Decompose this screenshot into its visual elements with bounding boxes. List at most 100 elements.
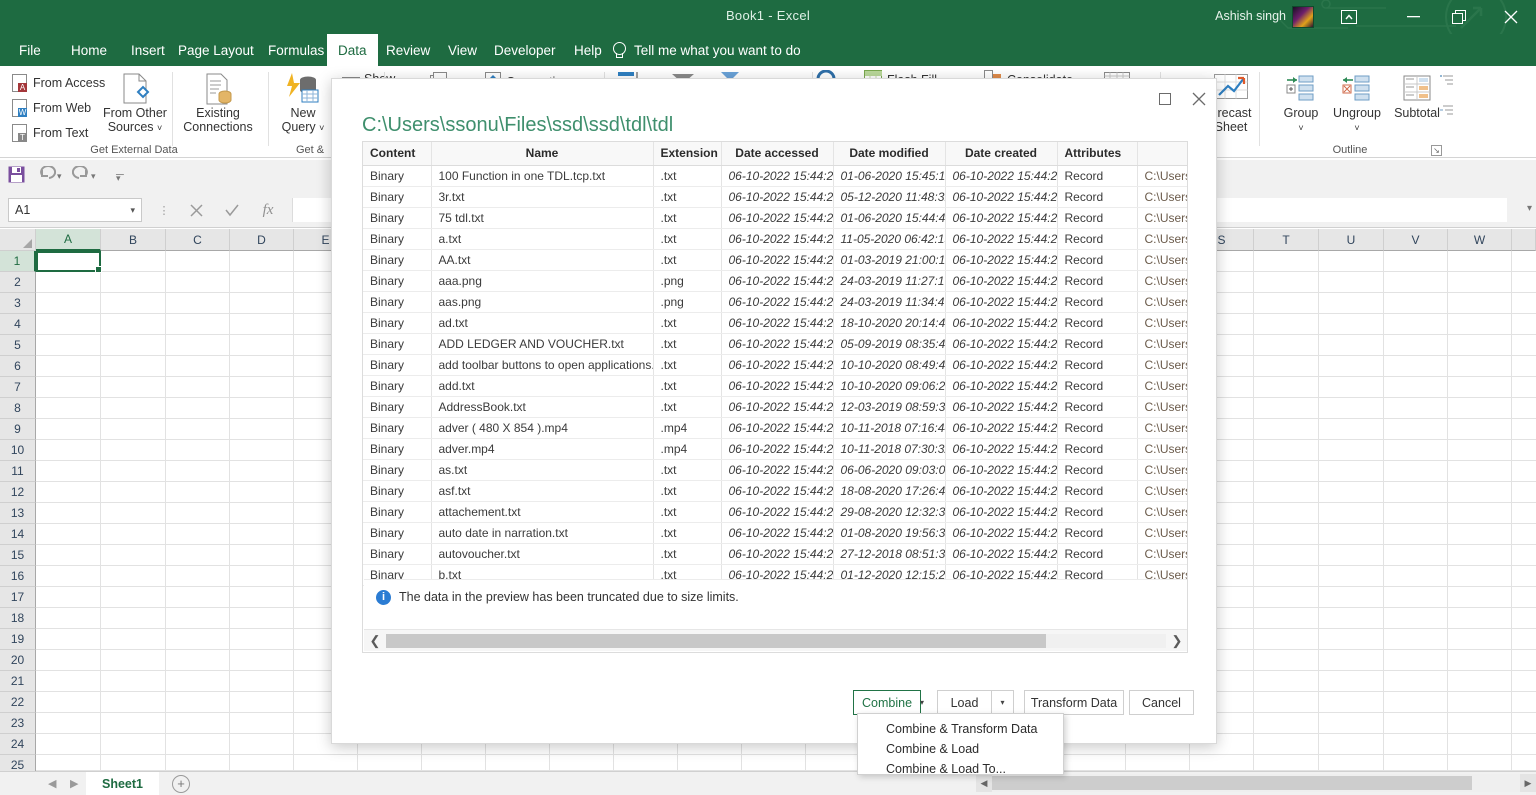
row-header-15[interactable]: 15 — [0, 545, 36, 566]
table-row[interactable]: Binary auto date in narration.txt .txt 0… — [363, 522, 1187, 544]
active-cell-a1[interactable] — [36, 251, 102, 273]
avatar[interactable] — [1292, 6, 1314, 28]
preview-scroll-left-icon[interactable]: ❮ — [364, 630, 386, 652]
row-header-24[interactable]: 24 — [0, 734, 36, 755]
table-row[interactable]: Binary aas.png .png 06-10-2022 15:44:24 … — [363, 291, 1187, 313]
load-button[interactable]: Load — [937, 690, 992, 715]
col-header-extension[interactable]: Extension — [653, 142, 722, 166]
column-header-a[interactable]: A — [36, 229, 101, 251]
restore-icon[interactable] — [1442, 4, 1476, 30]
previous-sheet-icon[interactable]: ◀ — [48, 777, 56, 790]
undo-icon[interactable] — [38, 165, 57, 184]
column-header-d[interactable]: D — [230, 229, 294, 251]
row-header-22[interactable]: 22 — [0, 692, 36, 713]
preview-horizontal-scrollbar[interactable]: ❮ ❯ — [364, 629, 1187, 652]
customize-qat-caret-icon[interactable]: ▾ — [116, 173, 121, 184]
ribbon-display-options-icon[interactable] — [1332, 4, 1366, 30]
close-icon[interactable] — [1494, 4, 1528, 30]
table-row[interactable]: Binary adver.mp4 .mp4 06-10-2022 15:44:2… — [363, 438, 1187, 460]
menu-item-combine-transform-data[interactable]: Combine & Transform Data — [858, 719, 1063, 739]
preview-scroll-track[interactable] — [386, 634, 1166, 648]
row-header-11[interactable]: 11 — [0, 461, 36, 482]
row-header-18[interactable]: 18 — [0, 608, 36, 629]
tab-review[interactable]: Review — [375, 34, 441, 66]
row-header-16[interactable]: 16 — [0, 566, 36, 587]
preview-scroll-right-icon[interactable]: ❯ — [1166, 630, 1187, 652]
tab-help[interactable]: Help — [563, 34, 613, 66]
show-detail-button[interactable] — [1440, 74, 1456, 88]
cancel-icon[interactable] — [182, 198, 210, 222]
column-header-t[interactable]: T — [1254, 229, 1319, 251]
undo-dropdown-icon[interactable]: ▾ — [57, 171, 62, 182]
col-header-attributes[interactable]: Attributes — [1057, 142, 1138, 166]
scroll-thumb[interactable] — [992, 776, 1472, 790]
table-row[interactable]: Binary AA.txt .txt 06-10-2022 15:44:24 0… — [363, 249, 1187, 271]
from-text-button[interactable]: T From Text — [12, 124, 88, 142]
table-row[interactable]: Binary a.txt .txt 06-10-2022 15:44:24 11… — [363, 228, 1187, 250]
column-header-v[interactable]: V — [1384, 229, 1448, 251]
redo-dropdown-icon[interactable]: ▾ — [91, 171, 96, 182]
user-name[interactable]: Ashish singh — [1215, 9, 1286, 23]
expand-formula-bar-icon[interactable]: ▾ — [1527, 203, 1532, 214]
row-header-12[interactable]: 12 — [0, 482, 36, 503]
column-header-b[interactable]: B — [101, 229, 166, 251]
row-header-9[interactable]: 9 — [0, 419, 36, 440]
cancel-button[interactable]: Cancel — [1129, 690, 1194, 715]
row-header-14[interactable]: 14 — [0, 524, 36, 545]
dialog-close-icon[interactable] — [1182, 86, 1216, 112]
column-header-w[interactable]: W — [1448, 229, 1512, 251]
column-header-u[interactable]: U — [1319, 229, 1384, 251]
column-header-c[interactable]: C — [166, 229, 230, 251]
formula-bar-expand-dots-icon[interactable]: ⋮ — [150, 198, 178, 222]
scroll-track[interactable] — [992, 774, 1520, 792]
minimize-icon[interactable] — [1396, 4, 1430, 30]
col-header-date-created[interactable]: Date created — [945, 142, 1058, 166]
load-dropdown-icon[interactable]: ▾ — [992, 690, 1014, 715]
tab-file[interactable]: File — [8, 34, 52, 66]
select-all-corner[interactable] — [0, 229, 36, 251]
col-header-date-modified[interactable]: Date modified — [833, 142, 946, 166]
tab-data[interactable]: Data — [327, 34, 378, 66]
dialog-restore-icon[interactable] — [1148, 86, 1182, 112]
table-row[interactable]: Binary asf.txt .txt 06-10-2022 15:44:24 … — [363, 480, 1187, 502]
row-header-7[interactable]: 7 — [0, 377, 36, 398]
new-query-button[interactable]: New Query ˅ — [266, 72, 340, 135]
table-row[interactable]: Binary adver ( 480 X 854 ).mp4 .mp4 06-1… — [363, 417, 1187, 439]
table-row[interactable]: Binary add.txt .txt 06-10-2022 15:44:24 … — [363, 375, 1187, 397]
row-header-10[interactable]: 10 — [0, 440, 36, 461]
table-row[interactable]: Binary attachement.txt .txt 06-10-2022 1… — [363, 501, 1187, 523]
menu-item-combine-load[interactable]: Combine & Load — [858, 739, 1063, 759]
col-header-folder-path[interactable] — [1137, 142, 1187, 166]
table-row[interactable]: Binary ADD LEDGER AND VOUCHER.txt .txt 0… — [363, 333, 1187, 355]
col-header-content[interactable]: Content — [363, 142, 432, 166]
table-row[interactable]: Binary ad.txt .txt 06-10-2022 15:44:24 1… — [363, 312, 1187, 334]
from-web-button[interactable]: W From Web — [12, 99, 91, 117]
menu-item-combine-load-to[interactable]: Combine & Load To... — [858, 759, 1063, 779]
col-header-name[interactable]: Name — [431, 142, 654, 166]
row-header-5[interactable]: 5 — [0, 335, 36, 356]
table-row[interactable]: Binary add toolbar buttons to open appli… — [363, 354, 1187, 376]
next-sheet-icon[interactable]: ▶ — [70, 777, 78, 790]
row-header-20[interactable]: 20 — [0, 650, 36, 671]
hide-detail-button[interactable] — [1440, 104, 1456, 118]
col-header-date-accessed[interactable]: Date accessed — [721, 142, 834, 166]
combine-button[interactable]: Combine ▾ — [853, 690, 924, 715]
from-access-button[interactable]: A From Access — [12, 74, 105, 92]
row-header-2[interactable]: 2 — [0, 272, 36, 293]
from-other-sources-button[interactable]: From Other Sources ˅ — [98, 72, 172, 135]
existing-connections-button[interactable]: Existing Connections — [176, 72, 260, 134]
row-header-19[interactable]: 19 — [0, 629, 36, 650]
row-header-3[interactable]: 3 — [0, 293, 36, 314]
tab-view[interactable]: View — [437, 34, 488, 66]
outline-dialog-launcher-icon[interactable]: ↘ — [1431, 145, 1442, 156]
table-row[interactable]: Binary autovoucher.txt .txt 06-10-2022 1… — [363, 543, 1187, 565]
tab-developer[interactable]: Developer — [483, 34, 567, 66]
table-row[interactable]: Binary 100 Function in one TDL.tcp.txt .… — [363, 165, 1187, 187]
table-row[interactable]: Binary 3r.txt .txt 06-10-2022 15:44:24 0… — [363, 186, 1187, 208]
table-row[interactable]: Binary aaa.png .png 06-10-2022 15:44:24 … — [363, 270, 1187, 292]
row-header-21[interactable]: 21 — [0, 671, 36, 692]
row-header-6[interactable]: 6 — [0, 356, 36, 377]
add-sheet-icon[interactable]: + — [172, 775, 190, 793]
tab-page-layout[interactable]: Page Layout — [167, 34, 265, 66]
name-box[interactable]: A1 ▾ — [8, 198, 142, 222]
